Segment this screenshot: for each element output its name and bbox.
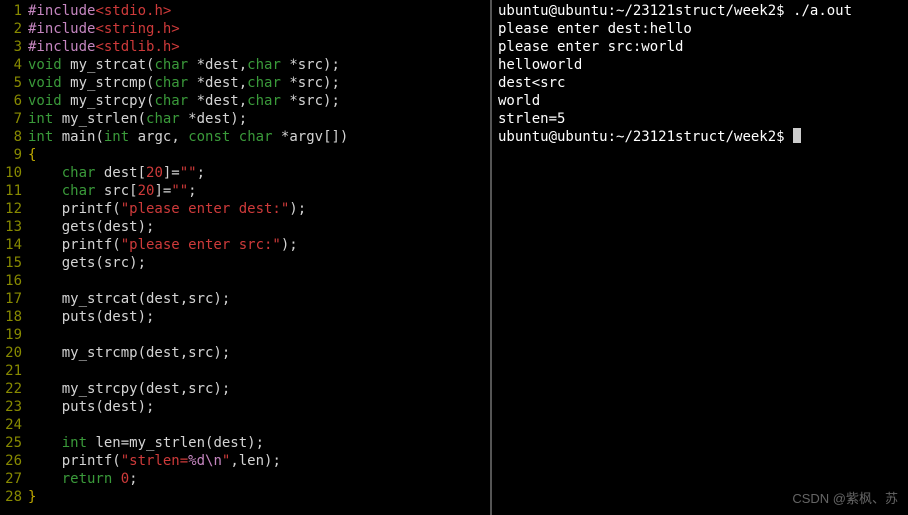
- code-line[interactable]: 11 char src[20]="";: [0, 182, 490, 200]
- line-number: 19: [0, 326, 28, 344]
- code-line[interactable]: 22 my_strcpy(dest,src);: [0, 380, 490, 398]
- code-line[interactable]: 7int my_strlen(char *dest);: [0, 110, 490, 128]
- code-content: void my_strcpy(char *dest,char *src);: [28, 92, 340, 110]
- code-editor-pane[interactable]: 1#include<stdio.h>2#include<string.h>3#i…: [0, 0, 490, 515]
- terminal-output: please enter dest:hello: [498, 20, 902, 38]
- code-content: {: [28, 146, 36, 164]
- line-number: 22: [0, 380, 28, 398]
- code-content: int main(int argc, const char *argv[]): [28, 128, 348, 146]
- code-line[interactable]: 19: [0, 326, 490, 344]
- line-number: 24: [0, 416, 28, 434]
- code-line[interactable]: 4void my_strcat(char *dest,char *src);: [0, 56, 490, 74]
- code-line[interactable]: 10 char dest[20]="";: [0, 164, 490, 182]
- line-number: 2: [0, 20, 28, 38]
- line-number: 5: [0, 74, 28, 92]
- line-number: 9: [0, 146, 28, 164]
- prompt-user: ubuntu@ubuntu:: [498, 3, 616, 19]
- line-number: 1: [0, 2, 28, 20]
- code-content: #include<string.h>: [28, 20, 180, 38]
- line-number: 13: [0, 218, 28, 236]
- code-content: int len=my_strlen(dest);: [28, 434, 264, 452]
- prompt-path: ~/23121struct/week2: [616, 129, 776, 145]
- code-content: #include<stdlib.h>: [28, 38, 180, 56]
- line-number: 8: [0, 128, 28, 146]
- code-content: int my_strlen(char *dest);: [28, 110, 247, 128]
- code-line[interactable]: 9{: [0, 146, 490, 164]
- line-number: 10: [0, 164, 28, 182]
- code-content: printf("please enter dest:");: [28, 200, 306, 218]
- code-line[interactable]: 24: [0, 416, 490, 434]
- line-number: 6: [0, 92, 28, 110]
- code-line[interactable]: 26 printf("strlen=%d\n",len);: [0, 452, 490, 470]
- code-content: gets(src);: [28, 254, 146, 272]
- code-content: char dest[20]="";: [28, 164, 205, 182]
- code-content: puts(dest);: [28, 308, 154, 326]
- code-line[interactable]: 1#include<stdio.h>: [0, 2, 490, 20]
- terminal-output: helloworld: [498, 56, 902, 74]
- code-line[interactable]: 6void my_strcpy(char *dest,char *src);: [0, 92, 490, 110]
- line-number: 15: [0, 254, 28, 272]
- code-line[interactable]: 12 printf("please enter dest:");: [0, 200, 490, 218]
- line-number: 21: [0, 362, 28, 380]
- code-line[interactable]: 17 my_strcat(dest,src);: [0, 290, 490, 308]
- line-number: 14: [0, 236, 28, 254]
- line-number: 4: [0, 56, 28, 74]
- code-content: void my_strcmp(char *dest,char *src);: [28, 74, 340, 92]
- terminal-line: ubuntu@ubuntu:~/23121struct/week2$ ./a.o…: [498, 2, 902, 20]
- code-content: char src[20]="";: [28, 182, 197, 200]
- prompt-sep: $: [776, 129, 793, 145]
- line-number: 3: [0, 38, 28, 56]
- code-line[interactable]: 20 my_strcmp(dest,src);: [0, 344, 490, 362]
- prompt-user: ubuntu@ubuntu:: [498, 129, 616, 145]
- code-line[interactable]: 27 return 0;: [0, 470, 490, 488]
- line-number: 17: [0, 290, 28, 308]
- code-content: my_strcmp(dest,src);: [28, 344, 230, 362]
- code-content: gets(dest);: [28, 218, 154, 236]
- code-line[interactable]: 14 printf("please enter src:");: [0, 236, 490, 254]
- code-line[interactable]: 18 puts(dest);: [0, 308, 490, 326]
- watermark-text: CSDN @紫枫、苏: [792, 488, 898, 507]
- code-content: puts(dest);: [28, 398, 154, 416]
- line-number: 28: [0, 488, 28, 506]
- code-line[interactable]: 15 gets(src);: [0, 254, 490, 272]
- code-line[interactable]: 8int main(int argc, const char *argv[]): [0, 128, 490, 146]
- terminal-output: please enter src:world: [498, 38, 902, 56]
- line-number: 18: [0, 308, 28, 326]
- line-number: 27: [0, 470, 28, 488]
- line-number: 25: [0, 434, 28, 452]
- terminal-output: dest<src: [498, 74, 902, 92]
- code-content: my_strcpy(dest,src);: [28, 380, 230, 398]
- code-line[interactable]: 23 puts(dest);: [0, 398, 490, 416]
- code-content: return 0;: [28, 470, 138, 488]
- code-content: printf("strlen=%d\n",len);: [28, 452, 281, 470]
- code-line[interactable]: 21: [0, 362, 490, 380]
- code-line[interactable]: 2#include<string.h>: [0, 20, 490, 38]
- terminal-command: ./a.out: [793, 3, 852, 19]
- terminal-output: strlen=5: [498, 110, 902, 128]
- code-line[interactable]: 16: [0, 272, 490, 290]
- prompt-path: ~/23121struct/week2: [616, 3, 776, 19]
- line-number: 7: [0, 110, 28, 128]
- code-content: void my_strcat(char *dest,char *src);: [28, 56, 340, 74]
- cursor-icon: [793, 128, 801, 143]
- line-number: 26: [0, 452, 28, 470]
- terminal-output: world: [498, 92, 902, 110]
- code-content: #include<stdio.h>: [28, 2, 171, 20]
- code-content: my_strcat(dest,src);: [28, 290, 230, 308]
- line-number: 20: [0, 344, 28, 362]
- code-line[interactable]: 13 gets(dest);: [0, 218, 490, 236]
- code-content: }: [28, 488, 36, 506]
- code-line[interactable]: 3#include<stdlib.h>: [0, 38, 490, 56]
- code-line[interactable]: 25 int len=my_strlen(dest);: [0, 434, 490, 452]
- line-number: 16: [0, 272, 28, 290]
- line-number: 11: [0, 182, 28, 200]
- code-line[interactable]: 5void my_strcmp(char *dest,char *src);: [0, 74, 490, 92]
- code-line[interactable]: 28}: [0, 488, 490, 506]
- line-number: 23: [0, 398, 28, 416]
- terminal-line[interactable]: ubuntu@ubuntu:~/23121struct/week2$: [498, 128, 902, 146]
- terminal-pane[interactable]: ubuntu@ubuntu:~/23121struct/week2$ ./a.o…: [492, 0, 908, 515]
- line-number: 12: [0, 200, 28, 218]
- prompt-sep: $: [776, 3, 793, 19]
- code-content: printf("please enter src:");: [28, 236, 298, 254]
